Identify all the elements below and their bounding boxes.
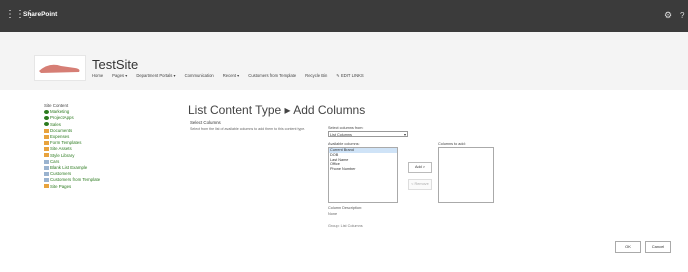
ok-button[interactable]: OK [615,241,641,253]
topnav-item[interactable]: Communication [185,73,214,78]
library-icon [44,184,49,189]
suite-bar: ⋮⋮⋮ SharePoint ⚙ ? [0,0,688,32]
select-from-label: Select columns from: [328,126,364,130]
tree-item[interactable]: Site Pages [44,184,100,190]
tree-item-label: Site Pages [50,183,72,189]
site-icon [44,110,49,115]
section-description: Select from the list of available column… [190,127,306,131]
list-icon [44,159,49,164]
site-icon [44,116,49,121]
command-strip [0,32,688,44]
tree-item-label: Cars [50,158,60,164]
site-content-tree: Site Content Marketing ProjectApps Sales Do… [44,103,100,190]
tree-item-label: Style Library [50,152,75,158]
list-icon [44,172,49,177]
chevron-down-icon: ▾ [403,132,406,137]
columns-to-add-list[interactable] [438,147,494,203]
tree-item-label: Expenses [50,134,70,140]
list-icon [44,165,49,170]
tree-item-label: ProjectApps [50,115,74,121]
cancel-button[interactable]: Cancel [645,241,671,253]
site-logo[interactable] [34,55,86,81]
select-from-dropdown[interactable]: List Columns ▾ [328,131,408,137]
topnav-item[interactable]: Recent ▾ [223,73,240,78]
tree-item-label: Blank List Example [50,165,88,171]
tree-item-label: Form Templates [50,140,82,146]
app-name[interactable]: SharePoint [23,11,57,18]
tree-item-label: Marketing [50,109,70,115]
topnav-item[interactable]: Pages ▾ [112,73,127,78]
available-column-option[interactable]: Phone Number [329,167,397,172]
page-title: List Content Type ▸ Add Columns [188,103,366,117]
top-navigation: Home Pages ▾ Department Portals ▾ Communica… [92,73,373,78]
site-icon [44,122,49,127]
tree-item-label: Documents [50,127,73,133]
library-icon [44,153,49,158]
library-icon [44,141,49,146]
group-label: Group: List Columns [328,224,363,228]
tree-item-label: Customers from Template [50,177,101,183]
tree-item-label: Site Assets [50,146,72,152]
available-columns-list[interactable]: Current Brand DOB Last Name Office Phone Num… [328,147,398,203]
library-icon [44,128,49,133]
help-icon[interactable]: ? [680,11,684,20]
columns-to-add-label: Columns to add: [438,142,466,146]
site-title[interactable]: TestSite [92,57,138,72]
column-description-label: Column Description: [328,206,363,210]
remove-button[interactable]: < Remove [408,179,432,190]
tree-item-label: Sales [50,121,61,127]
column-description-value: None [328,212,338,216]
topnav-item[interactable]: Recycle Bin [305,73,327,78]
section-label: Select Columns [190,120,221,125]
list-icon [44,178,49,183]
library-icon [44,134,49,139]
topnav-item[interactable]: Department Portals ▾ [136,73,175,78]
tree-item-label: Customers [50,171,72,177]
available-columns-label: Available columns: [328,142,360,146]
topnav-item[interactable]: ✎ EDIT LINKS [336,73,363,78]
add-button[interactable]: Add > [408,162,432,173]
gear-icon[interactable]: ⚙ [664,10,672,21]
select-from-value: List Columns [330,133,352,137]
topnav-item[interactable]: Home [92,73,103,78]
library-icon [44,147,49,152]
topnav-item[interactable]: Customers from Template [248,73,296,78]
